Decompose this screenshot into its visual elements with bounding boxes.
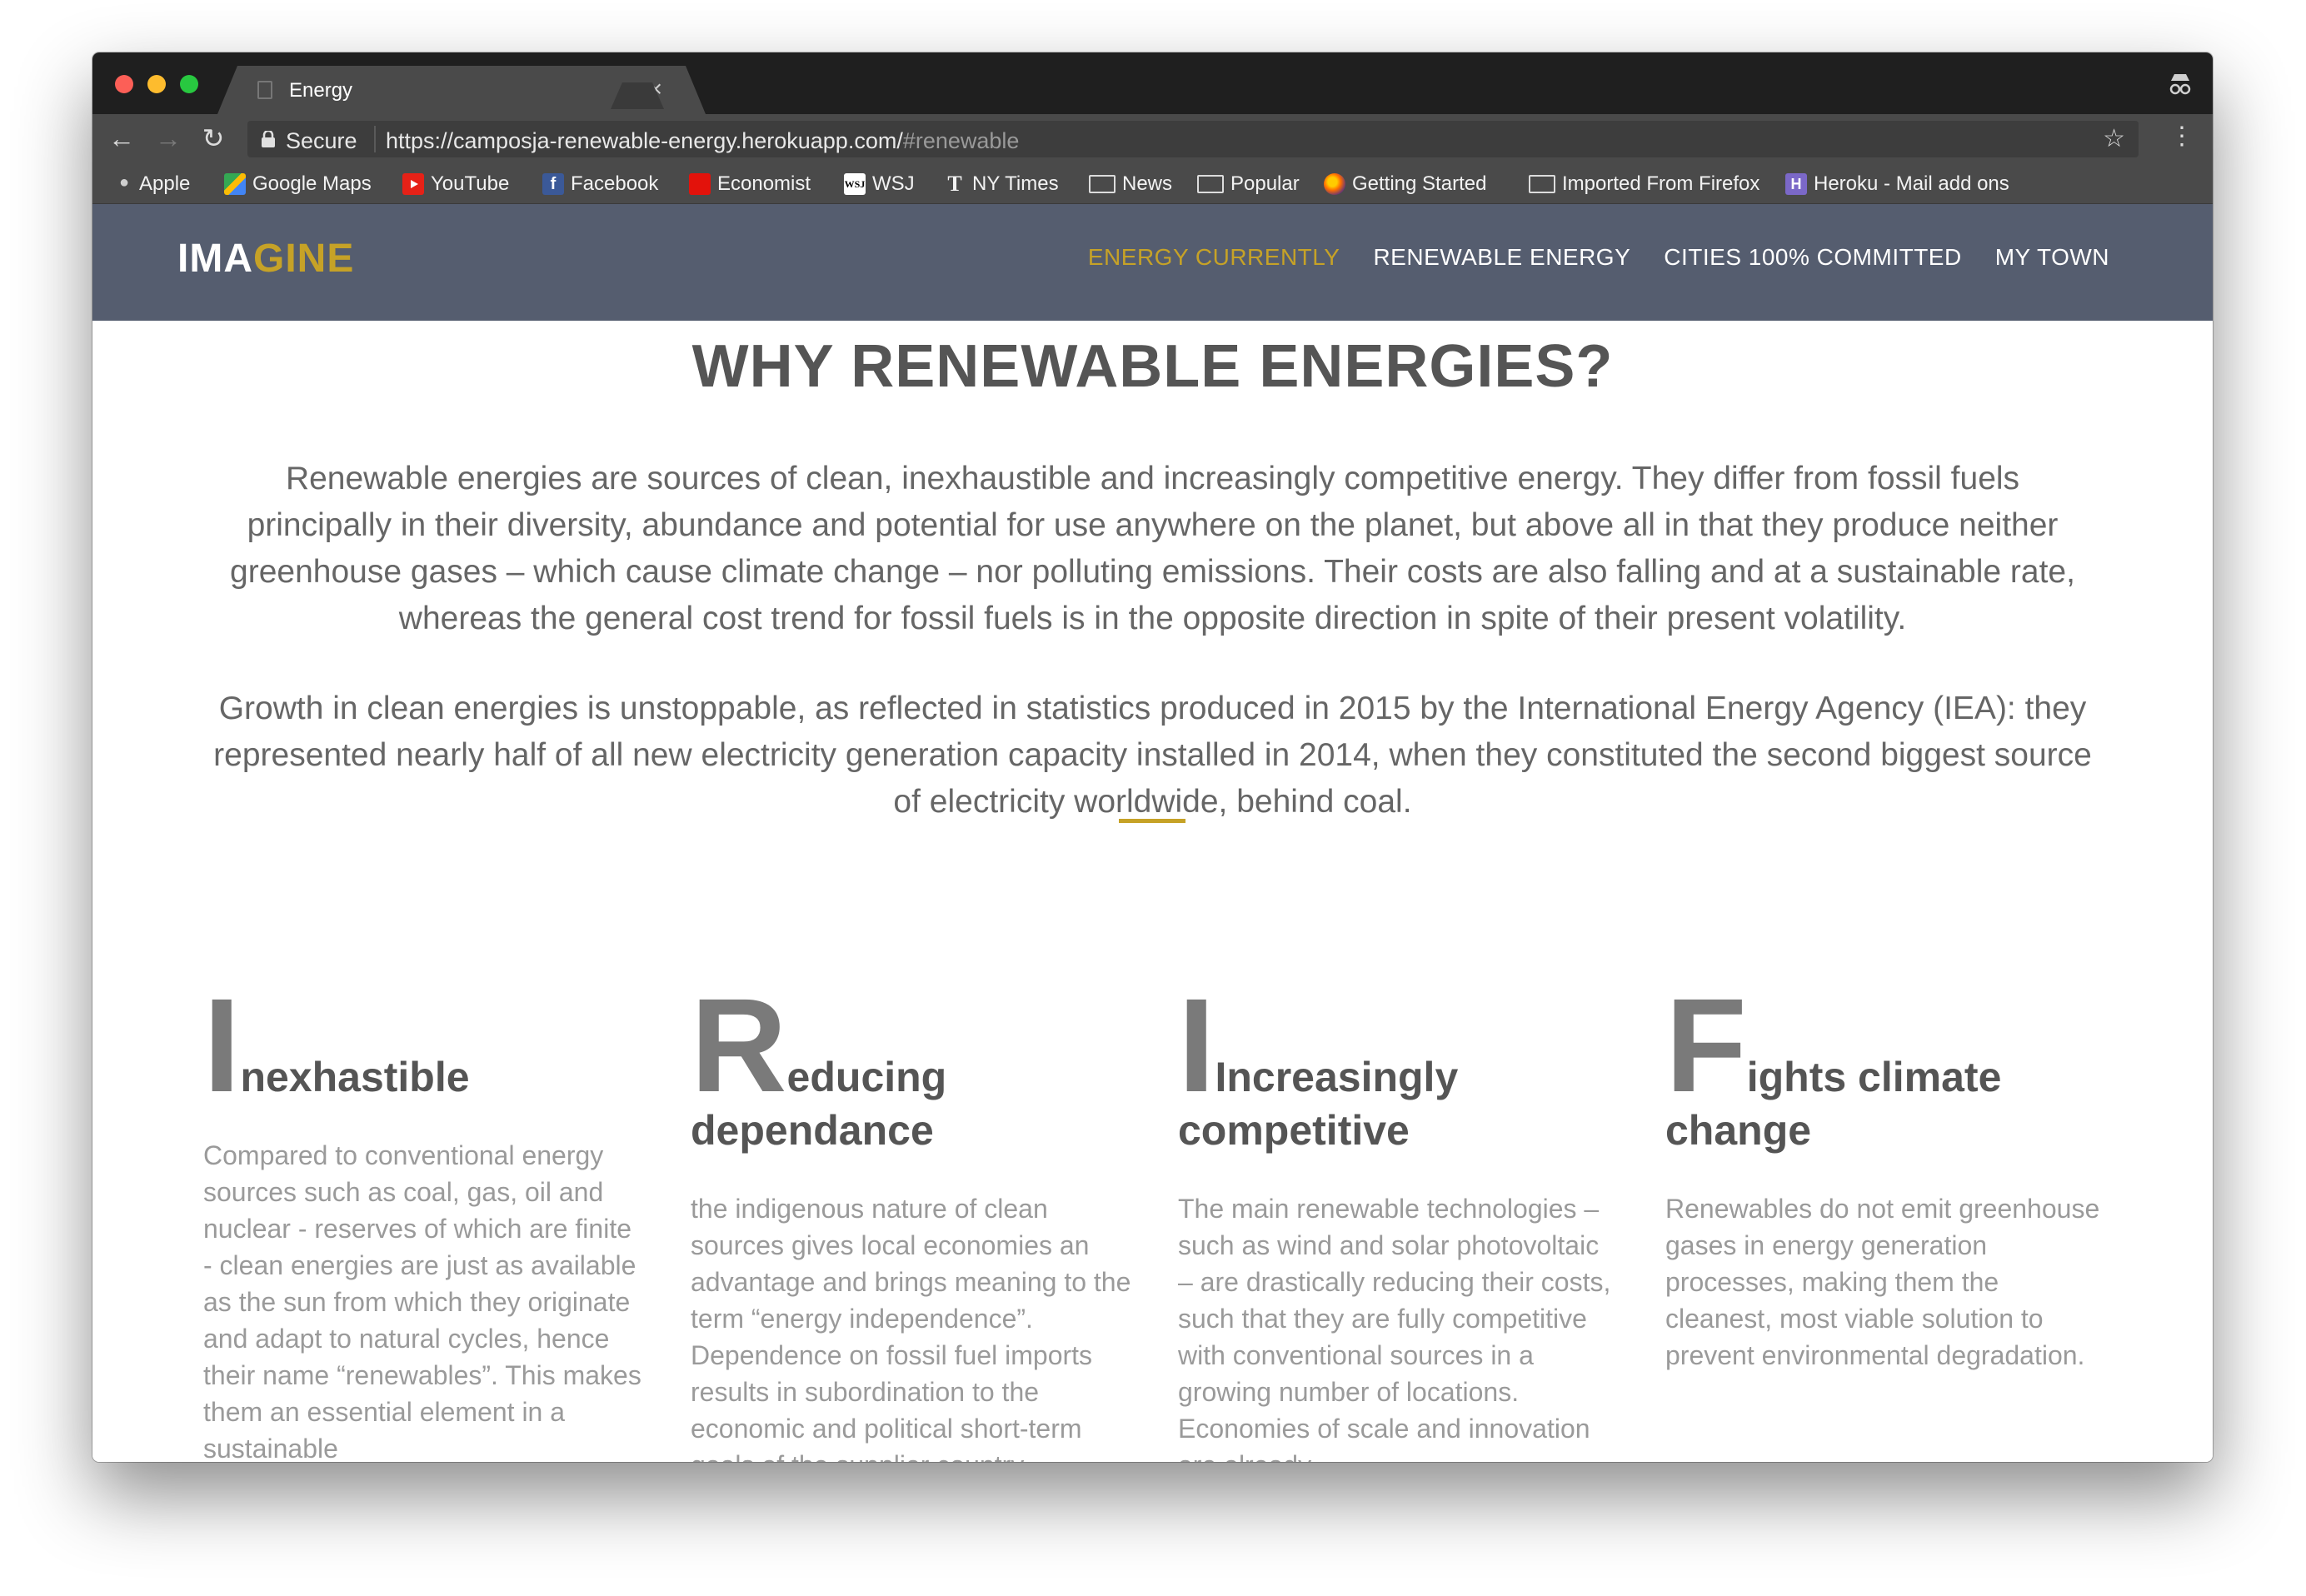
bookmark-wsj[interactable]: WSJ WSJ bbox=[844, 172, 915, 196]
address-bar[interactable]: Secure https://camposja-renewable-energy… bbox=[247, 121, 2139, 157]
bookmark-imported-firefox[interactable]: Imported From Firefox bbox=[1529, 172, 1759, 196]
minimize-window-button[interactable] bbox=[147, 75, 166, 93]
bookmark-facebook[interactable]: f Facebook bbox=[542, 172, 658, 196]
nav-link-energy-currently[interactable]: ENERGY CURRENTLY bbox=[1088, 244, 1340, 271]
incognito-icon bbox=[2169, 74, 2191, 95]
bookmark-label: Getting Started bbox=[1352, 172, 1487, 195]
bookmark-star-icon[interactable]: ☆ bbox=[2103, 124, 2125, 153]
bookmark-label: Imported From Firefox bbox=[1562, 172, 1760, 195]
google-maps-icon bbox=[224, 173, 246, 195]
bookmark-label: Google Maps bbox=[252, 172, 372, 195]
accent-divider bbox=[1119, 819, 1185, 823]
secure-label: Secure bbox=[286, 128, 357, 153]
feature-inexhaustible: Inexhastible Compared to conventional en… bbox=[203, 970, 645, 1463]
bookmark-label: Heroku - Mail add ons bbox=[1814, 172, 2009, 195]
feature-title: Inexhastible bbox=[203, 970, 645, 1120]
bookmark-label: Facebook bbox=[571, 172, 659, 195]
lock-icon bbox=[262, 131, 275, 147]
feature-title: Fights climate change bbox=[1665, 970, 2107, 1157]
feature-body: Renewables do not emit greenhouse gases … bbox=[1665, 1194, 2100, 1370]
feature-dropcap: I bbox=[203, 970, 241, 1120]
tab-title: Energy bbox=[289, 79, 353, 102]
nav-link-my-town[interactable]: MY TOWN bbox=[1995, 244, 2109, 271]
wsj-icon: WSJ bbox=[844, 173, 866, 195]
url-hash: #renewable bbox=[902, 128, 1020, 153]
economist-icon bbox=[689, 173, 711, 195]
firefox-icon bbox=[1324, 173, 1345, 195]
bookmark-google-maps[interactable]: Google Maps bbox=[224, 172, 372, 196]
logo-part-1: IMA bbox=[177, 237, 253, 281]
feature-body: Compared to conventional energy sources … bbox=[203, 1140, 641, 1462]
bookmark-economist[interactable]: Economist bbox=[689, 172, 811, 196]
bookmark-nytimes[interactable]: T NY Times bbox=[944, 172, 1059, 196]
site-logo[interactable]: IMAGINE bbox=[177, 236, 354, 282]
url-text[interactable]: https://camposja-renewable-energy.heroku… bbox=[386, 128, 1019, 154]
bookmark-news[interactable]: News bbox=[1089, 172, 1172, 196]
browser-window: Energy × ← → ↻ Secure https://camposja-r… bbox=[92, 52, 2213, 1462]
maximize-window-button[interactable] bbox=[180, 75, 198, 93]
close-window-button[interactable] bbox=[115, 75, 133, 93]
folder-icon bbox=[1197, 175, 1224, 193]
bookmark-getting-started[interactable]: Getting Started bbox=[1324, 172, 1486, 196]
url-separator bbox=[374, 126, 376, 152]
feature-dropcap: I bbox=[1178, 970, 1215, 1120]
bookmark-label: Popular bbox=[1230, 172, 1300, 195]
bookmark-label: WSJ bbox=[872, 172, 915, 195]
page-icon bbox=[257, 81, 272, 99]
apple-icon: ● bbox=[119, 173, 130, 192]
menu-icon[interactable]: ⋮ bbox=[2169, 124, 2194, 149]
bookmark-label: Apple bbox=[139, 172, 191, 195]
logo-part-2: GINE bbox=[252, 237, 355, 281]
bookmarks-bar: ● Apple Google Maps YouTube f Facebook Eco… bbox=[92, 162, 2213, 204]
reload-icon[interactable]: ↻ bbox=[199, 124, 227, 152]
feature-dropcap: F bbox=[1665, 970, 1747, 1120]
feature-fights-climate-change: Fights climate change Renewables do not … bbox=[1665, 970, 2107, 1374]
folder-icon bbox=[1089, 175, 1116, 193]
intro-paragraph-1: Renewable energies are sources of clean,… bbox=[230, 461, 2075, 636]
bookmark-label: Economist bbox=[717, 172, 811, 195]
feature-reducing-dependance: Reducing dependance the indigenous natur… bbox=[691, 970, 1132, 1463]
nav-link-renewable-energy[interactable]: RENEWABLE ENERGY bbox=[1373, 244, 1630, 271]
tab-strip: Energy × bbox=[92, 52, 2213, 114]
facebook-icon: f bbox=[542, 173, 564, 195]
feature-title-text: Increasingly competitive bbox=[1178, 1054, 1459, 1154]
bookmark-apple[interactable]: ● Apple bbox=[119, 172, 190, 196]
feature-body: the indigenous nature of clean sources g… bbox=[691, 1194, 1131, 1462]
site-nav-links: ENERGY CURRENTLY RENEWABLE ENERGY CITIES… bbox=[1088, 244, 2109, 271]
nav-link-cities-committed[interactable]: CITIES 100% COMMITTED bbox=[1664, 244, 1961, 271]
nytimes-icon: T bbox=[947, 172, 962, 196]
bookmark-label: YouTube bbox=[431, 172, 510, 195]
intro-paragraph-2: Growth in clean energies is unstoppable,… bbox=[213, 691, 2092, 820]
bookmark-label: NY Times bbox=[972, 172, 1059, 195]
page-content: IMAGINE ENERGY CURRENTLY RENEWABLE ENERG… bbox=[92, 204, 2213, 1462]
forward-arrow-icon[interactable]: → bbox=[154, 124, 182, 152]
bookmark-popular[interactable]: Popular bbox=[1197, 172, 1300, 196]
url-main: https://camposja-renewable-energy.heroku… bbox=[386, 128, 903, 153]
back-arrow-icon[interactable]: ← bbox=[107, 124, 136, 152]
browser-toolbar: ← → ↻ Secure https://camposja-renewable-… bbox=[92, 114, 2213, 162]
feature-title: IIncreasingly competitive bbox=[1178, 970, 1620, 1157]
feature-title: Reducing dependance bbox=[691, 970, 1132, 1157]
site-header: IMAGINE ENERGY CURRENTLY RENEWABLE ENERG… bbox=[92, 204, 2213, 321]
folder-icon bbox=[1529, 175, 1555, 193]
heroku-icon: H bbox=[1785, 173, 1807, 195]
page-headline: WHY RENEWABLE ENERGIES? bbox=[691, 333, 1614, 400]
feature-increasingly-competitive: IIncreasingly competitive The main renew… bbox=[1178, 970, 1620, 1463]
feature-title-text: nexhastible bbox=[240, 1054, 470, 1100]
feature-body: The main renewable technologies – such a… bbox=[1178, 1194, 1611, 1462]
bookmark-youtube[interactable]: YouTube bbox=[402, 172, 509, 196]
bookmark-label: News bbox=[1122, 172, 1173, 195]
youtube-icon bbox=[402, 173, 424, 195]
feature-dropcap: R bbox=[691, 970, 787, 1120]
bookmark-heroku[interactable]: H Heroku - Mail add ons bbox=[1785, 172, 2009, 196]
